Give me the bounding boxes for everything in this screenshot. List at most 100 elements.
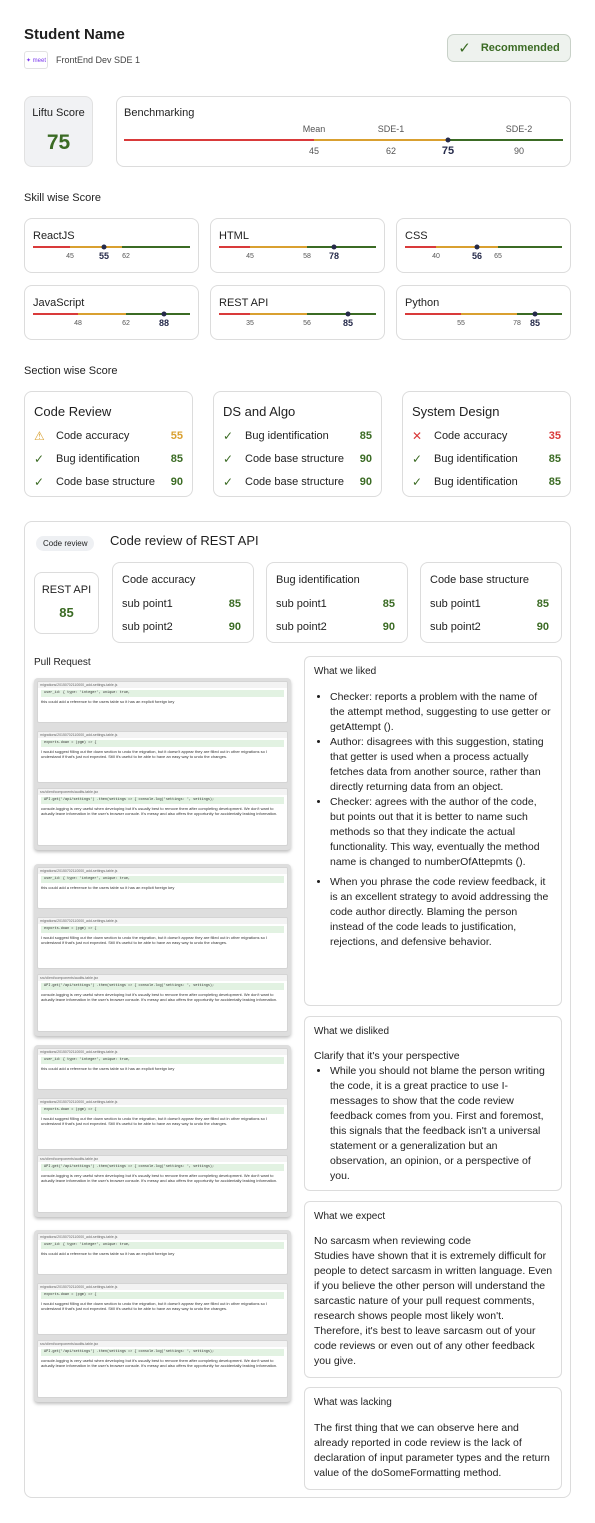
skill-score: 55 — [98, 251, 110, 261]
review-comment: this could add a reference to the users … — [41, 699, 175, 704]
sub-card-bug-identification: Bug identification sub point1 85 sub poi… — [266, 562, 408, 643]
skill-score: 85 — [342, 318, 354, 328]
skill-tick-high: 62 — [122, 253, 130, 260]
api-score-card: REST API 85 — [34, 572, 99, 634]
sub-point-label: sub point1 — [430, 598, 481, 610]
skill-tick-low: 48 — [74, 320, 82, 327]
row-score: 85 — [548, 453, 561, 465]
skill-bar-green — [517, 313, 562, 315]
skill-card-css: CSS 40 56 65 — [396, 218, 571, 273]
sub-point-score: 85 — [382, 598, 395, 610]
student-role: FrontEnd Dev SDE 1 — [56, 55, 141, 65]
file-path: migrations/20150702110000_add-settings-t… — [38, 1049, 287, 1055]
review-comment: I would suggest filling out the down sec… — [41, 935, 268, 945]
liked-item: Checker: reports a problem with the name… — [330, 690, 553, 735]
skill-tick-low: 35 — [246, 320, 254, 327]
sub-card-code-accuracy: Code accuracy sub point1 85 sub point2 9… — [112, 562, 254, 643]
pull-request-screenshot: migrations/20150702110000_add-settings-t… — [34, 1230, 291, 1402]
check-icon: ✓ — [34, 475, 45, 489]
pull-request-screenshot: migrations/20150702110000_add-settings-t… — [34, 678, 291, 850]
row-score: 85 — [170, 453, 183, 465]
liked-item: When you phrase the code review feedback… — [330, 875, 553, 950]
pr-comment-block: migrations/20150702110000_add-settings-t… — [37, 867, 288, 909]
review-comment: this could add a reference to the users … — [41, 1251, 175, 1256]
file-path: migrations/20150702110000_add-settings-t… — [38, 868, 287, 874]
liftu-score-label: Liftu Score — [32, 107, 85, 119]
code-review-card: Code review Code review of REST API REST… — [24, 521, 571, 1498]
pr-comment-block: src/client/components/audits-table.jsx AP… — [37, 1155, 288, 1213]
skill-bar-red — [405, 246, 436, 248]
sub-point-score: 90 — [228, 621, 241, 633]
file-path: migrations/20150702110000_add-settings-t… — [38, 1234, 287, 1240]
bench-value-mean: 45 — [308, 146, 320, 156]
bench-label-sde2: SDE-2 — [505, 124, 533, 134]
code-diff: user_id: { type: 'integer', unique: true… — [41, 1242, 284, 1249]
pr-comment-block: src/client/components/audits-table.jsx AP… — [37, 974, 288, 1032]
sub-card-code-base-structure: Code base structure sub point1 85 sub po… — [420, 562, 562, 643]
sub-point-score: 85 — [228, 598, 241, 610]
code-diff: exports.down = (pgm) => { — [41, 926, 284, 933]
row-score: 90 — [359, 453, 372, 465]
skill-marker — [331, 244, 337, 250]
skill-bar-red — [405, 313, 461, 315]
code-diff: API.get('/api/settings') .then(settings … — [41, 797, 284, 804]
pull-request-screenshot: migrations/20150702110000_add-settings-t… — [34, 864, 291, 1036]
skill-tick-mid: 78 — [513, 320, 521, 327]
skill-card-html: HTML 45 58 78 — [210, 218, 385, 273]
sub-point-score: 90 — [536, 621, 549, 633]
sub-point-label: sub point2 — [276, 621, 327, 633]
skill-bar-orange — [250, 313, 307, 315]
skill-name: CSS — [405, 230, 428, 242]
disliked-body: Clarify that it's your perspective While… — [314, 1049, 553, 1184]
skill-card-reactjs: ReactJS 45 55 62 — [24, 218, 199, 273]
skill-bar-orange — [250, 246, 307, 248]
bench-value-score: 75 — [441, 145, 455, 157]
pr-comment-block: migrations/20150702110000_add-settings-t… — [37, 1233, 288, 1275]
skill-bar-orange — [70, 246, 122, 248]
skill-bar-green — [498, 246, 562, 248]
sub-point-score: 90 — [382, 621, 395, 633]
pr-comment-block: migrations/20150702110000_add-settings-t… — [37, 731, 288, 783]
skill-bar-green — [122, 246, 190, 248]
section-row: ✕ Code accuracy 35 — [412, 428, 561, 444]
row-label: Bug identification — [434, 476, 518, 488]
review-comment: this could add a reference to the users … — [41, 1066, 175, 1071]
skill-tick-low: 55 — [457, 320, 465, 327]
review-comment: console.logging is very useful when deve… — [41, 992, 278, 1002]
sub-point-label: sub point1 — [276, 598, 327, 610]
pull-request-title: Pull Request — [34, 657, 91, 668]
sub-point-label: sub point2 — [430, 621, 481, 633]
code-diff: user_id: { type: 'integer', unique: true… — [41, 690, 284, 697]
skill-bar-green — [307, 246, 376, 248]
bench-value-sde1: 62 — [385, 146, 397, 156]
liked-item: Author: disagrees with this suggestion, … — [330, 735, 553, 795]
check-icon: ✓ — [223, 452, 234, 466]
code-diff: API.get('/api/settings') .then(settings … — [41, 1349, 284, 1356]
section-row: ✓ Bug identification 85 — [412, 451, 561, 467]
cross-icon: ✕ — [412, 429, 423, 443]
code-diff: exports.down = (pgm) => { — [41, 740, 284, 747]
section-row: ✓ Code base structure 90 — [34, 474, 183, 490]
skill-bar-red — [33, 313, 78, 315]
row-label: Code accuracy — [434, 430, 508, 442]
file-path: src/client/components/audits-table.jsx — [38, 1156, 287, 1162]
recommended-badge: ✓ Recommended — [447, 34, 571, 62]
review-comment: this could add a reference to the users … — [41, 885, 175, 890]
row-label: Bug identification — [434, 453, 518, 465]
skill-bar-red — [219, 246, 250, 248]
file-path: migrations/20150702110000_add-settings-t… — [38, 1099, 287, 1105]
section-row: ✓ Bug identification 85 — [223, 428, 372, 444]
disliked-title: What we disliked — [314, 1026, 390, 1037]
lacking-text: The first thing that we can observe here… — [314, 1422, 550, 1479]
skill-tick-low: 40 — [432, 253, 440, 260]
skill-bar-red — [33, 246, 70, 248]
skill-marker — [532, 311, 538, 317]
section-row: ⚠ Code accuracy 55 — [34, 428, 183, 444]
section-title: DS and Algo — [223, 404, 296, 419]
file-path: src/client/components/audits-table.jsx — [38, 1341, 287, 1347]
pr-comment-block: src/client/components/audits-table.jsx AP… — [37, 1340, 288, 1398]
pr-comment-block: migrations/20150702110000_add-settings-t… — [37, 1048, 288, 1090]
skill-score: 78 — [328, 251, 340, 261]
row-label: Code base structure — [245, 453, 345, 465]
review-comment: I would suggest filling out the down sec… — [41, 1301, 268, 1311]
